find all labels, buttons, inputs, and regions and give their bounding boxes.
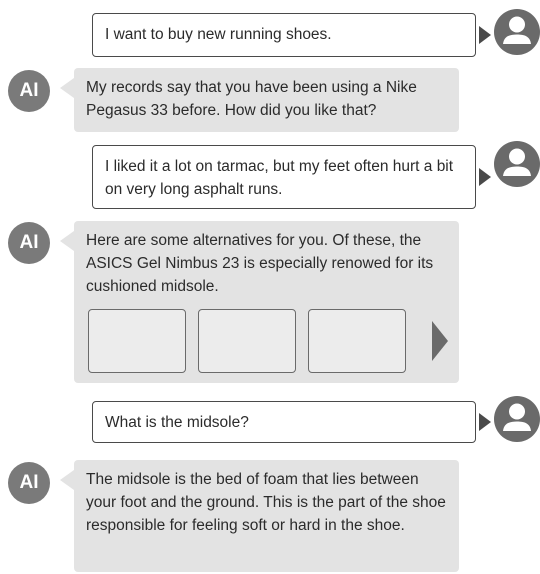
product-card[interactable] xyxy=(88,309,186,373)
carousel-next-icon[interactable] xyxy=(432,321,448,361)
ai-message-bubble: My records say that you have been using … xyxy=(60,68,459,132)
user-avatar-icon xyxy=(494,9,540,55)
ai-avatar: AI xyxy=(8,462,50,504)
ai-message-bubble: The midsole is the bed of foam that lies… xyxy=(60,460,459,572)
message-text: I liked it a lot on tarmac, but my feet … xyxy=(105,158,454,198)
message-text: My records say that you have been using … xyxy=(86,79,417,119)
product-card[interactable] xyxy=(308,309,406,373)
message-text: What is the midsole? xyxy=(105,414,249,431)
user-avatar-icon xyxy=(494,141,540,187)
message-text: The midsole is the bed of foam that lies… xyxy=(86,471,446,534)
ai-avatar-label: AI xyxy=(19,232,39,253)
ai-avatar-label: AI xyxy=(19,472,39,493)
ai-avatar: AI xyxy=(8,222,50,264)
ai-message-bubble: Here are some alternatives for you. Of t… xyxy=(60,221,459,383)
user-message-bubble: What is the midsole? xyxy=(92,401,476,443)
user-message-bubble: I want to buy new running shoes. xyxy=(92,13,476,57)
user-avatar-icon xyxy=(494,396,540,442)
product-card[interactable] xyxy=(198,309,296,373)
ai-avatar: AI xyxy=(8,70,50,112)
message-text: Here are some alternatives for you. Of t… xyxy=(86,232,434,295)
user-message-bubble: I liked it a lot on tarmac, but my feet … xyxy=(92,145,476,209)
ai-avatar-label: AI xyxy=(19,80,39,101)
product-carousel xyxy=(88,309,448,377)
message-text: I want to buy new running shoes. xyxy=(105,26,332,43)
